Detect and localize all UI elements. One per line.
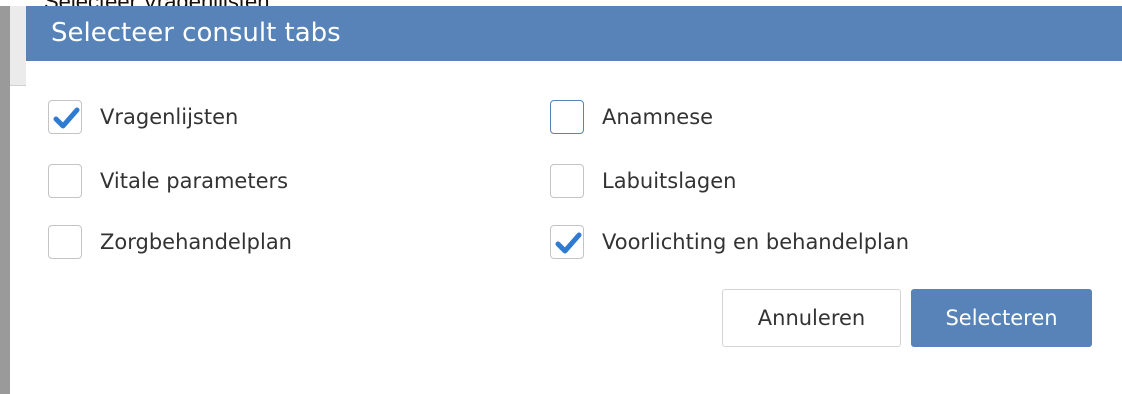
option-zorgbehandelplan[interactable]: Zorgbehandelplan: [48, 223, 292, 261]
select-button[interactable]: Selecteren: [911, 289, 1092, 347]
left-border: [0, 6, 10, 394]
select-tabs-dialog: Selecteer consult tabs Vragenlijsten Ana…: [26, 6, 1122, 394]
checkbox-vragenlijsten[interactable]: [48, 100, 82, 134]
option-voorlichting-en-behandelplan[interactable]: Voorlichting en behandelplan: [550, 223, 909, 261]
option-labuitslagen[interactable]: Labuitslagen: [550, 162, 736, 200]
check-icon: [53, 107, 80, 129]
option-label-labuitslagen: Labuitslagen: [602, 169, 737, 193]
option-vitale-parameters[interactable]: Vitale parameters: [48, 162, 288, 200]
checkbox-zorgbehandelplan[interactable]: [48, 225, 82, 259]
checkbox-voorlichting-en-behandelplan[interactable]: [550, 225, 584, 259]
checkbox-labuitslagen[interactable]: [550, 164, 584, 198]
dialog-header: Selecteer consult tabs: [26, 6, 1122, 61]
checkbox-anamnese[interactable]: [550, 100, 584, 134]
checkbox-vitale-parameters[interactable]: [48, 164, 82, 198]
option-label-vragenlijsten: Vragenlijsten: [100, 105, 239, 129]
option-label-zorgbehandelplan: Zorgbehandelplan: [100, 230, 292, 254]
dialog-title: Selecteer consult tabs: [51, 18, 341, 48]
option-anamnese[interactable]: Anamnese: [550, 98, 713, 136]
option-label-anamnese: Anamnese: [602, 105, 714, 129]
check-icon: [555, 232, 582, 254]
option-label-voorlichting-en-behandelplan: Voorlichting en behandelplan: [602, 230, 910, 254]
option-label-vitale-parameters: Vitale parameters: [100, 169, 289, 193]
gutter-divider: [10, 85, 26, 86]
option-vragenlijsten[interactable]: Vragenlijsten: [48, 98, 238, 136]
cancel-button[interactable]: Annuleren: [722, 289, 901, 347]
background-gutter: [10, 6, 26, 85]
